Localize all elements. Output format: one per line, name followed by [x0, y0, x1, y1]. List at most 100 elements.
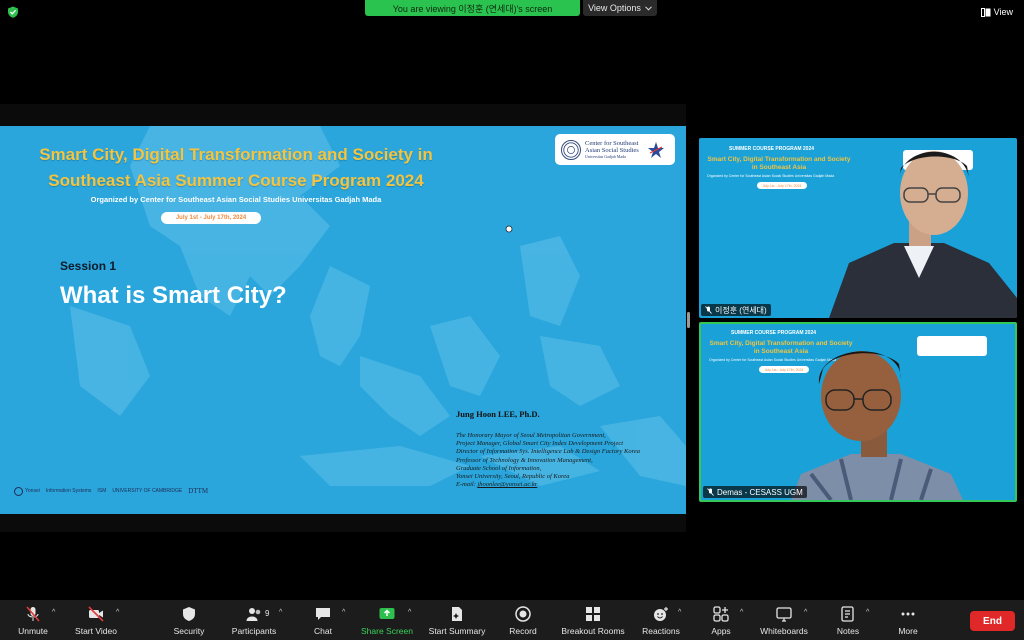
participant-video-feed	[791, 351, 963, 500]
shared-screen[interactable]: Smart City, Digital Transformation and S…	[0, 104, 686, 532]
slide-organizer: Organized by Center for Southeast Asian …	[90, 195, 382, 204]
partner-logo-label: Information Systems	[45, 488, 92, 494]
notes-label: Notes	[836, 626, 860, 636]
host-video-feed	[829, 151, 1017, 318]
breakout-rooms-label: Breakout Rooms	[561, 626, 625, 636]
speaker-line: The Honorary Mayor of Seoul Metropolitan…	[456, 432, 606, 439]
whiteboard-icon	[776, 607, 792, 622]
record-label: Record	[509, 626, 537, 636]
security-button[interactable]: Security	[170, 600, 208, 640]
start-summary-button[interactable]: Start Summary	[426, 600, 488, 640]
chat-button[interactable]: Chat	[306, 600, 340, 640]
slide-title-line-1: Smart City, Digital Transformation and S…	[39, 145, 433, 164]
participants-button[interactable]: 9 Participants	[228, 600, 280, 640]
smiley-plus-icon	[654, 607, 668, 621]
cesass-logo-name: Center for Southeast Asian Social Studie…	[585, 140, 639, 154]
participants-options-caret[interactable]: ^	[279, 609, 282, 616]
speaker-info: The Honorary Mayor of Seoul Metropolitan…	[456, 432, 681, 489]
view-button[interactable]: View	[976, 5, 1018, 19]
zoom-meeting-window: You are viewing 이정훈 (연세대)'s screen View …	[0, 0, 1024, 640]
video-options-caret[interactable]: ^	[116, 609, 119, 616]
whiteboards-label: Whiteboards	[760, 626, 808, 636]
partner-logo-label: DTTM	[188, 487, 209, 495]
microphone-muted-icon	[26, 606, 40, 622]
participant-name-tag: 이정훈 (연세대)	[701, 304, 771, 316]
notes-button[interactable]: Notes	[832, 600, 864, 640]
start-video-button[interactable]: Start Video	[72, 600, 120, 640]
more-button[interactable]: More	[892, 600, 924, 640]
shield-icon	[183, 607, 195, 621]
speaker-email-line: E-mail: jhoonlee@yonsei.ac.kr	[456, 481, 681, 489]
more-dots-icon	[901, 612, 915, 616]
email-label: E-mail:	[456, 481, 478, 489]
video-tile-host[interactable]: SUMMER COURSE PROGRAM 2024 Smart City, D…	[699, 138, 1017, 318]
security-label: Security	[173, 626, 205, 636]
partner-logo-label: UNIVERSITY OF CAMBRIDGE	[112, 488, 183, 494]
participants-count: 9	[265, 609, 270, 618]
summary-document-icon	[452, 607, 462, 621]
participants-label: Participants	[231, 626, 277, 636]
slide-title-line-2: Southeast Asia Summer Course Program 202…	[48, 171, 424, 190]
speaker-name: Jung Hoon LEE, Ph.D.	[456, 409, 540, 419]
view-options-label: View Options	[588, 3, 641, 13]
partner-logo-yonsei: Yonsei	[14, 486, 40, 496]
splitter-handle[interactable]	[687, 312, 690, 328]
partner-logo-label: Yonsei	[25, 488, 40, 494]
record-icon	[515, 606, 531, 622]
partner-logo-dttm: DTTM	[188, 486, 208, 496]
unmute-label: Unmute	[18, 626, 48, 636]
share-screen-icon	[379, 608, 395, 619]
participant-name: Demas - CESASS UGM	[717, 487, 803, 497]
apps-button[interactable]: Apps	[704, 600, 738, 640]
whiteboards-button[interactable]: Whiteboards	[756, 600, 812, 640]
speaker-line: Graduate School of Information,	[456, 464, 542, 472]
view-options-button[interactable]: View Options	[583, 0, 657, 16]
notes-options-caret[interactable]: ^	[866, 609, 869, 616]
cesass-logo-sub: Universitas Gadjah Mada	[585, 154, 626, 159]
unmute-button[interactable]: Unmute	[14, 600, 52, 640]
more-label: More	[898, 626, 918, 636]
cursor-icon	[505, 225, 513, 233]
apps-options-caret[interactable]: ^	[740, 609, 743, 616]
slide-dates-pill: July 1st - July 17th, 2024	[161, 212, 261, 224]
reactions-button[interactable]: Reactions	[638, 600, 684, 640]
whiteboards-options-caret[interactable]: ^	[804, 609, 807, 616]
participants-icon	[246, 608, 261, 621]
partner-logos: Yonsei Information Systems ISM UNIVERSIT…	[14, 486, 208, 496]
encryption-shield-icon[interactable]	[7, 6, 19, 18]
cesass-logo-text: Center for Southeast Asian Social Studie…	[585, 140, 643, 159]
record-button[interactable]: Record	[505, 600, 541, 640]
partner-logo-cambridge: UNIVERSITY OF CAMBRIDGE	[112, 486, 182, 496]
grid-view-icon	[980, 7, 991, 17]
yonsei-emblem-icon	[14, 486, 23, 496]
partner-logo-label: ISM	[97, 488, 107, 494]
chat-options-caret[interactable]: ^	[342, 609, 345, 616]
share-screen-button[interactable]: Share Screen	[358, 600, 416, 640]
speaker-line: Yonsei University, Seoul, Republic of Ko…	[456, 473, 570, 481]
partner-logo-ism: ISM	[97, 486, 106, 496]
slide-heading: What is Smart City?	[60, 282, 287, 309]
end-meeting-button[interactable]: End	[970, 611, 1015, 631]
participant-name: 이정훈 (연세대)	[715, 305, 767, 315]
share-options-caret[interactable]: ^	[408, 609, 411, 616]
share-screen-label: Share Screen	[361, 626, 413, 636]
star-logo-icon	[648, 141, 664, 158]
breakout-rooms-button[interactable]: Breakout Rooms	[558, 600, 628, 640]
video-tile-active-speaker[interactable]: SUMMER COURSE PROGRAM 2024 Smart City, D…	[699, 322, 1017, 502]
microphone-muted-icon	[705, 306, 712, 314]
breakout-rooms-icon	[586, 607, 600, 621]
chat-bubble-icon	[316, 608, 330, 620]
participant-name-tag: Demas - CESASS UGM	[703, 486, 807, 498]
start-video-label: Start Video	[75, 626, 117, 636]
reactions-label: Reactions	[642, 626, 680, 636]
reactions-options-caret[interactable]: ^	[678, 609, 681, 616]
cesass-logo: Center for Southeast Asian Social Studie…	[555, 134, 675, 165]
end-label: End	[983, 615, 1002, 627]
ugm-seal-icon	[561, 139, 581, 160]
chevron-down-icon	[645, 5, 652, 11]
notes-icon	[841, 606, 854, 622]
meeting-toolbar: Unmute ^ Start Video ^ Security 9 Partic…	[0, 600, 1024, 640]
session-label: Session 1	[60, 259, 117, 273]
audio-options-caret[interactable]: ^	[52, 609, 55, 616]
microphone-muted-icon	[707, 488, 714, 496]
